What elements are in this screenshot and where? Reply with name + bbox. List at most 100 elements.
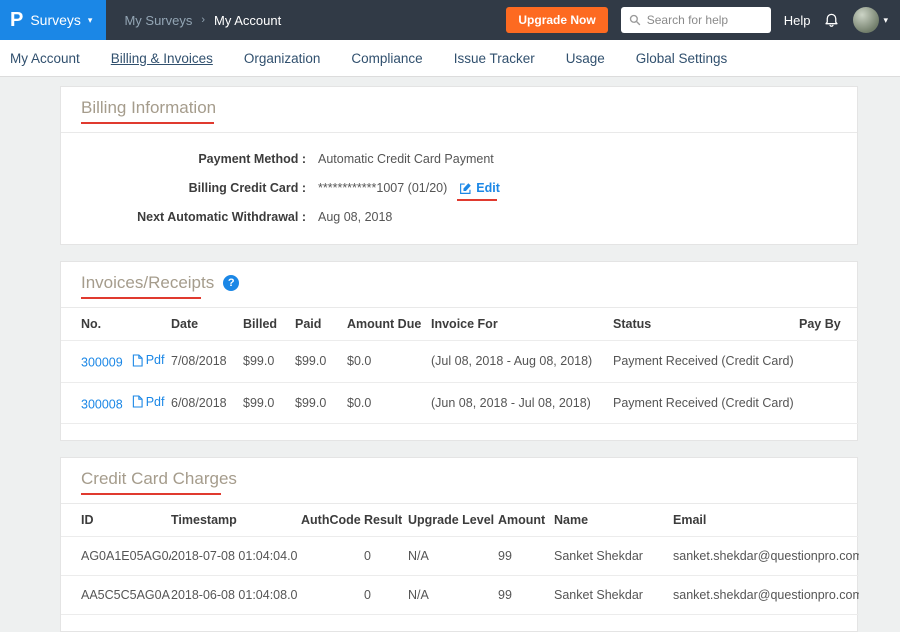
column-header-name: Name <box>554 504 673 537</box>
edit-label: Edit <box>476 181 500 195</box>
column-header-invoice-for: Invoice For <box>431 308 613 341</box>
credit-card-masked-value: ************1007 (01/20) <box>318 181 447 195</box>
payment-method-row: Payment Method : Automatic Credit Card P… <box>81 152 837 166</box>
column-header-pay-by: Pay By <box>799 308 859 341</box>
breadcrumb-current: My Account <box>214 13 281 28</box>
tab-issue-tracker[interactable]: Issue Tracker <box>454 51 535 66</box>
column-header-amount: Amount <box>498 504 554 537</box>
billing-information-card: Billing Information Payment Method : Aut… <box>60 86 858 245</box>
charges-header-row: ID Timestamp AuthCode Result Upgrade Lev… <box>61 504 859 537</box>
payment-method-label: Payment Method : <box>81 152 306 166</box>
column-header-billed: Billed <box>243 308 295 341</box>
charge-authcode <box>301 576 364 615</box>
notifications-bell-icon[interactable] <box>823 11 840 29</box>
tab-billing-invoices[interactable]: Billing & Invoices <box>111 51 213 66</box>
column-header-result: Result <box>364 504 408 537</box>
invoice-number-link[interactable]: 300008 <box>81 397 123 411</box>
billing-credit-card-label: Billing Credit Card : <box>81 181 306 195</box>
column-header-paid: Paid <box>295 308 347 341</box>
pdf-icon <box>132 395 143 408</box>
help-circle-icon[interactable]: ? <box>223 275 239 291</box>
breadcrumb-separator-icon: › <box>201 14 205 26</box>
next-withdrawal-row: Next Automatic Withdrawal : Aug 08, 2018 <box>81 210 837 224</box>
invoice-date: 7/08/2018 <box>171 341 243 383</box>
account-menu[interactable]: ▾ <box>853 7 888 33</box>
credit-card-charges-card: Credit Card Charges ID Timestamp Aut <box>60 457 858 632</box>
search-input[interactable] <box>647 13 763 27</box>
billing-credit-card-row: Billing Credit Card : ************1007 (… <box>81 181 837 195</box>
next-withdrawal-label: Next Automatic Withdrawal : <box>81 210 306 224</box>
invoice-status: Payment Received (Credit Card) <box>613 341 799 383</box>
column-header-upgrade-level: Upgrade Level <box>408 504 498 537</box>
edit-credit-card-link[interactable]: Edit <box>459 181 500 195</box>
invoices-receipts-title: Invoices/Receipts <box>81 272 214 294</box>
tab-usage[interactable]: Usage <box>566 51 605 66</box>
charge-name: Sanket Shekdar <box>554 537 673 576</box>
invoice-amount-due: $0.0 <box>347 382 431 424</box>
pdf-label: Pdf <box>146 395 165 409</box>
tab-organization[interactable]: Organization <box>244 51 321 66</box>
column-header-timestamp: Timestamp <box>171 504 301 537</box>
pdf-label: Pdf <box>146 353 165 367</box>
help-link[interactable]: Help <box>784 13 811 28</box>
charge-timestamp: 2018-07-08 01:04:04.0 <box>171 537 301 576</box>
charge-upgrade-level: N/A <box>408 576 498 615</box>
breadcrumb-my-surveys[interactable]: My Surveys <box>124 13 192 28</box>
tab-my-account[interactable]: My Account <box>10 51 80 66</box>
column-header-no: No. <box>61 308 171 341</box>
invoice-status: Payment Received (Credit Card) <box>613 382 799 424</box>
payment-method-value: Automatic Credit Card Payment <box>318 152 494 166</box>
table-row: AA5C5C5AG0A 2018-06-08 01:04:08.0 0 N/A … <box>61 576 859 615</box>
annotation-underline <box>81 297 201 299</box>
table-row: 300008Pdf 6/08/2018 $99.0 $99.0 $0.0 (Ju… <box>61 382 859 424</box>
charge-id: AA5C5C5AG0A <box>61 576 171 615</box>
charge-timestamp: 2018-06-08 01:04:08.0 <box>171 576 301 615</box>
topbar: P Surveys ▾ My Surveys › My Account Upgr… <box>0 0 900 40</box>
invoice-date: 6/08/2018 <box>171 382 243 424</box>
charge-email: sanket.shekdar@questionpro.com <box>673 576 859 615</box>
invoice-pdf-link[interactable]: Pdf <box>132 353 165 367</box>
page: P Surveys ▾ My Surveys › My Account Upgr… <box>0 0 900 632</box>
tab-compliance[interactable]: Compliance <box>351 51 422 66</box>
invoice-for: (Jul 08, 2018 - Aug 08, 2018) <box>431 341 613 383</box>
invoice-pdf-link[interactable]: Pdf <box>132 395 165 409</box>
questionpro-logo: P <box>10 10 23 30</box>
invoice-amount-due: $0.0 <box>347 341 431 383</box>
credit-card-charges-title: Credit Card Charges <box>81 468 237 490</box>
tab-global-settings[interactable]: Global Settings <box>636 51 728 66</box>
app-switcher[interactable]: P Surveys ▾ <box>0 0 106 40</box>
product-name: Surveys <box>30 12 81 28</box>
caret-down-icon: ▾ <box>88 15 93 26</box>
topbar-actions: Upgrade Now Help ▾ <box>506 7 900 33</box>
charge-upgrade-level: N/A <box>408 537 498 576</box>
account-nav: My Account Billing & Invoices Organizati… <box>0 40 900 77</box>
invoices-receipts-card: Invoices/Receipts ? No. Date <box>60 261 858 441</box>
upgrade-now-button[interactable]: Upgrade Now <box>506 7 607 33</box>
invoice-billed: $99.0 <box>243 341 295 383</box>
charge-email: sanket.shekdar@questionpro.com <box>673 537 859 576</box>
annotation-underline <box>81 122 214 124</box>
annotation-underline <box>81 493 221 495</box>
invoice-pay-by <box>799 341 859 383</box>
invoice-billed: $99.0 <box>243 382 295 424</box>
invoices-header-row: No. Date Billed Paid Amount Due Invoice … <box>61 308 859 341</box>
charge-amount: 99 <box>498 576 554 615</box>
next-withdrawal-value: Aug 08, 2018 <box>318 210 392 224</box>
main-content: Billing Information Payment Method : Aut… <box>0 77 900 632</box>
billing-information-title: Billing Information <box>81 97 216 119</box>
table-row: 300009Pdf 7/08/2018 $99.0 $99.0 $0.0 (Ju… <box>61 341 859 383</box>
edit-icon <box>459 182 472 195</box>
column-header-status: Status <box>613 308 799 341</box>
column-header-id: ID <box>61 504 171 537</box>
invoice-paid: $99.0 <box>295 382 347 424</box>
search-icon <box>629 14 641 26</box>
column-header-email: Email <box>673 504 859 537</box>
invoices-table: No. Date Billed Paid Amount Due Invoice … <box>61 308 859 424</box>
charge-amount: 99 <box>498 537 554 576</box>
charge-authcode <box>301 537 364 576</box>
help-search <box>621 7 771 33</box>
column-header-date: Date <box>171 308 243 341</box>
invoice-number-link[interactable]: 300009 <box>81 356 123 370</box>
annotation-underline <box>457 199 497 201</box>
pdf-icon <box>132 354 143 367</box>
